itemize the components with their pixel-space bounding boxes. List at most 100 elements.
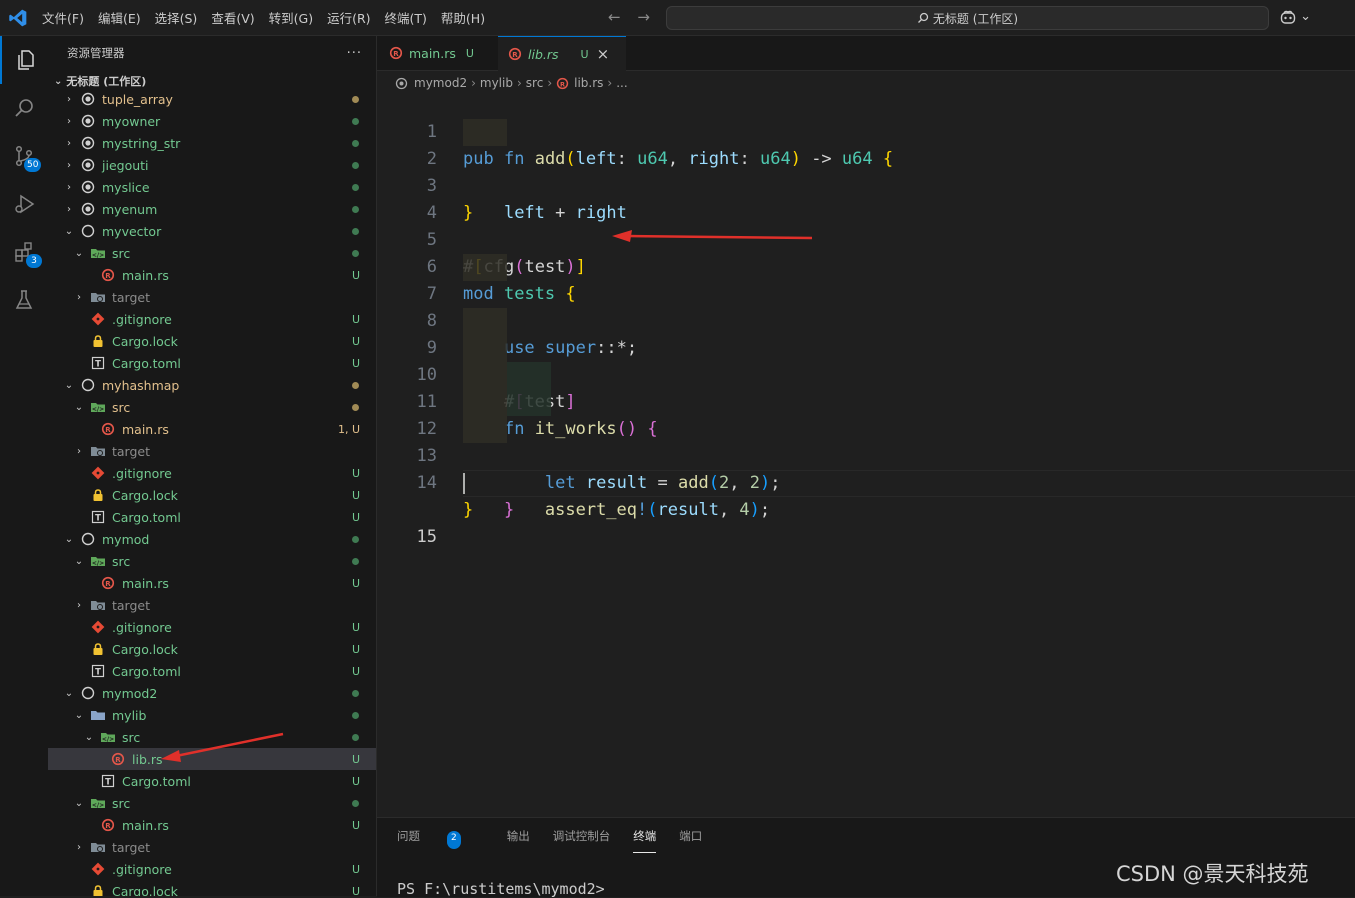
tree-item[interactable]: › tuple_array [48, 88, 376, 110]
menu-run[interactable]: 运行(R) [320, 8, 377, 27]
panel-tab-debug-console[interactable]: 调试控制台 [553, 828, 611, 853]
tab-main-rs[interactable]: R main.rs U [377, 36, 509, 70]
svg-text:R: R [105, 426, 111, 434]
tree-item[interactable]: T Cargo.toml U [48, 352, 376, 374]
tree-item[interactable]: Rmain.rs 1, U [48, 418, 376, 440]
activity-search[interactable] [0, 84, 48, 132]
menu-bar: 文件(F) 编辑(E) 选择(S) 查看(V) 转到(G) 运行(R) 终端(T… [35, 0, 492, 35]
indent-guide [507, 389, 551, 416]
forward-arrow-icon[interactable]: → [637, 8, 650, 26]
toml-file-icon: T [90, 355, 106, 371]
chevron-right-icon: › [67, 115, 71, 127]
code-line: 14 } [377, 443, 1355, 520]
panel-tab-problems[interactable]: 问题 2 [397, 828, 484, 853]
tree-item[interactable]: .gitignore U [48, 616, 376, 638]
tree-item[interactable]: Rmain.rs U [48, 264, 376, 286]
tree-item[interactable]: › myowner [48, 110, 376, 132]
tree-item[interactable]: T Cargo.toml U [48, 660, 376, 682]
command-center-search[interactable]: 无标题 (工作区) [666, 6, 1269, 30]
tree-item[interactable]: .gitignore U [48, 462, 376, 484]
tree-item[interactable]: ⌄ mymod [48, 528, 376, 550]
tree-item[interactable]: T Cargo.toml U [48, 506, 376, 528]
code-line: 1 pub fn add(left: u64, right: u64) -> u… [377, 92, 1355, 169]
tree-item[interactable]: Rlib.rs U [48, 748, 376, 770]
copilot-menu[interactable]: ⌄ [1280, 9, 1311, 24]
activity-explorer[interactable] [0, 36, 50, 84]
package-icon [80, 135, 96, 151]
activity-testing[interactable] [0, 276, 48, 324]
tree-item[interactable]: › target [48, 286, 376, 308]
panel-tab-output[interactable]: 输出 [507, 828, 530, 853]
indent-guide [507, 362, 551, 389]
terminal-prompt[interactable]: PS F:\rustitems\mymod2> [397, 880, 605, 898]
chevron-down-icon: ⌄ [1300, 9, 1312, 24]
menu-edit[interactable]: 编辑(E) [91, 8, 148, 27]
package-open-icon [80, 685, 96, 701]
tree-item[interactable]: › myenum [48, 198, 376, 220]
menu-go[interactable]: 转到(G) [262, 8, 320, 27]
menu-file[interactable]: 文件(F) [35, 8, 91, 27]
tab-lib-rs[interactable]: R lib.rs U × [498, 36, 626, 71]
tree-item[interactable]: ⌄ myvector [48, 220, 376, 242]
close-icon[interactable]: × [597, 45, 610, 63]
tree-item[interactable]: ⌄ </> src [48, 550, 376, 572]
tree-item[interactable]: ⌄ </> src [48, 792, 376, 814]
tree-item[interactable]: .gitignore U [48, 858, 376, 880]
tree-item[interactable]: ⌄ </> src [48, 242, 376, 264]
panel-tab-terminal[interactable]: 终端 [633, 828, 657, 853]
tree-item[interactable]: › target [48, 594, 376, 616]
tree-item[interactable]: › jiegouti [48, 154, 376, 176]
svg-text:T: T [105, 778, 111, 788]
tree-item[interactable]: ⌄ </> src [48, 726, 376, 748]
chevron-right-icon: › [77, 841, 81, 853]
activity-run-debug[interactable] [0, 180, 48, 228]
tree-item[interactable]: Cargo.lock U [48, 330, 376, 352]
tree-item[interactable]: Cargo.lock U [48, 880, 376, 896]
menu-help[interactable]: 帮助(H) [434, 8, 492, 27]
tree-item[interactable]: T Cargo.toml U [48, 770, 376, 792]
toml-file-icon: T [90, 663, 106, 679]
menu-terminal[interactable]: 终端(T) [378, 8, 434, 27]
tree-item[interactable]: › target [48, 836, 376, 858]
breadcrumb-item[interactable]: src [526, 76, 544, 90]
breadcrumb-item[interactable]: mymod2 [414, 76, 467, 90]
search-icon [917, 12, 929, 23]
tree-item[interactable]: Cargo.lock U [48, 638, 376, 660]
panel-tab-ports[interactable]: 端口 [679, 828, 702, 853]
more-actions-icon[interactable]: ··· [347, 46, 362, 61]
menu-view[interactable]: 查看(V) [204, 8, 261, 27]
tree-item[interactable]: ⌄ mymod2 [48, 682, 376, 704]
tree-item-label: main.rs [122, 575, 169, 591]
package-icon [395, 77, 408, 89]
chevron-down-icon: ⌄ [74, 555, 84, 567]
tree-item[interactable]: ⌄ mylib [48, 704, 376, 726]
tree-item[interactable]: ⌄ myhashmap [48, 374, 376, 396]
menu-selection[interactable]: 选择(S) [148, 8, 205, 27]
breadcrumb-item[interactable]: ... [616, 76, 627, 90]
chevron-down-icon: ⌄ [64, 533, 74, 545]
indent-guide [463, 362, 507, 389]
back-arrow-icon[interactable]: ← [608, 8, 621, 26]
tree-item-label: Cargo.toml [112, 663, 181, 679]
tree-item[interactable]: Rmain.rs U [48, 572, 376, 594]
tree-item-label: mymod2 [102, 685, 158, 701]
problems-badge: 2 [447, 831, 461, 849]
git-status-badge: U [351, 774, 360, 788]
tree-item[interactable]: › mystring_str [48, 132, 376, 154]
tree-item[interactable]: › target [48, 440, 376, 462]
git-status-dot [352, 711, 359, 719]
code-line: 3 } [377, 146, 1355, 223]
activity-source-control[interactable]: 50 [0, 132, 48, 180]
tree-item-label: mystring_str [102, 135, 181, 151]
activity-extensions[interactable]: 3 [0, 228, 48, 276]
tree-item[interactable]: Cargo.lock U [48, 484, 376, 506]
svg-text:T: T [95, 668, 101, 678]
breadcrumb-item[interactable]: lib.rs [574, 76, 603, 90]
breadcrumb-item[interactable]: mylib [480, 76, 513, 90]
git-status-dot [352, 183, 359, 191]
tree-item-label: src [112, 795, 131, 811]
tree-item[interactable]: › myslice [48, 176, 376, 198]
tree-item[interactable]: .gitignore U [48, 308, 376, 330]
tree-item[interactable]: Rmain.rs U [48, 814, 376, 836]
tree-item[interactable]: ⌄ </> src [48, 396, 376, 418]
